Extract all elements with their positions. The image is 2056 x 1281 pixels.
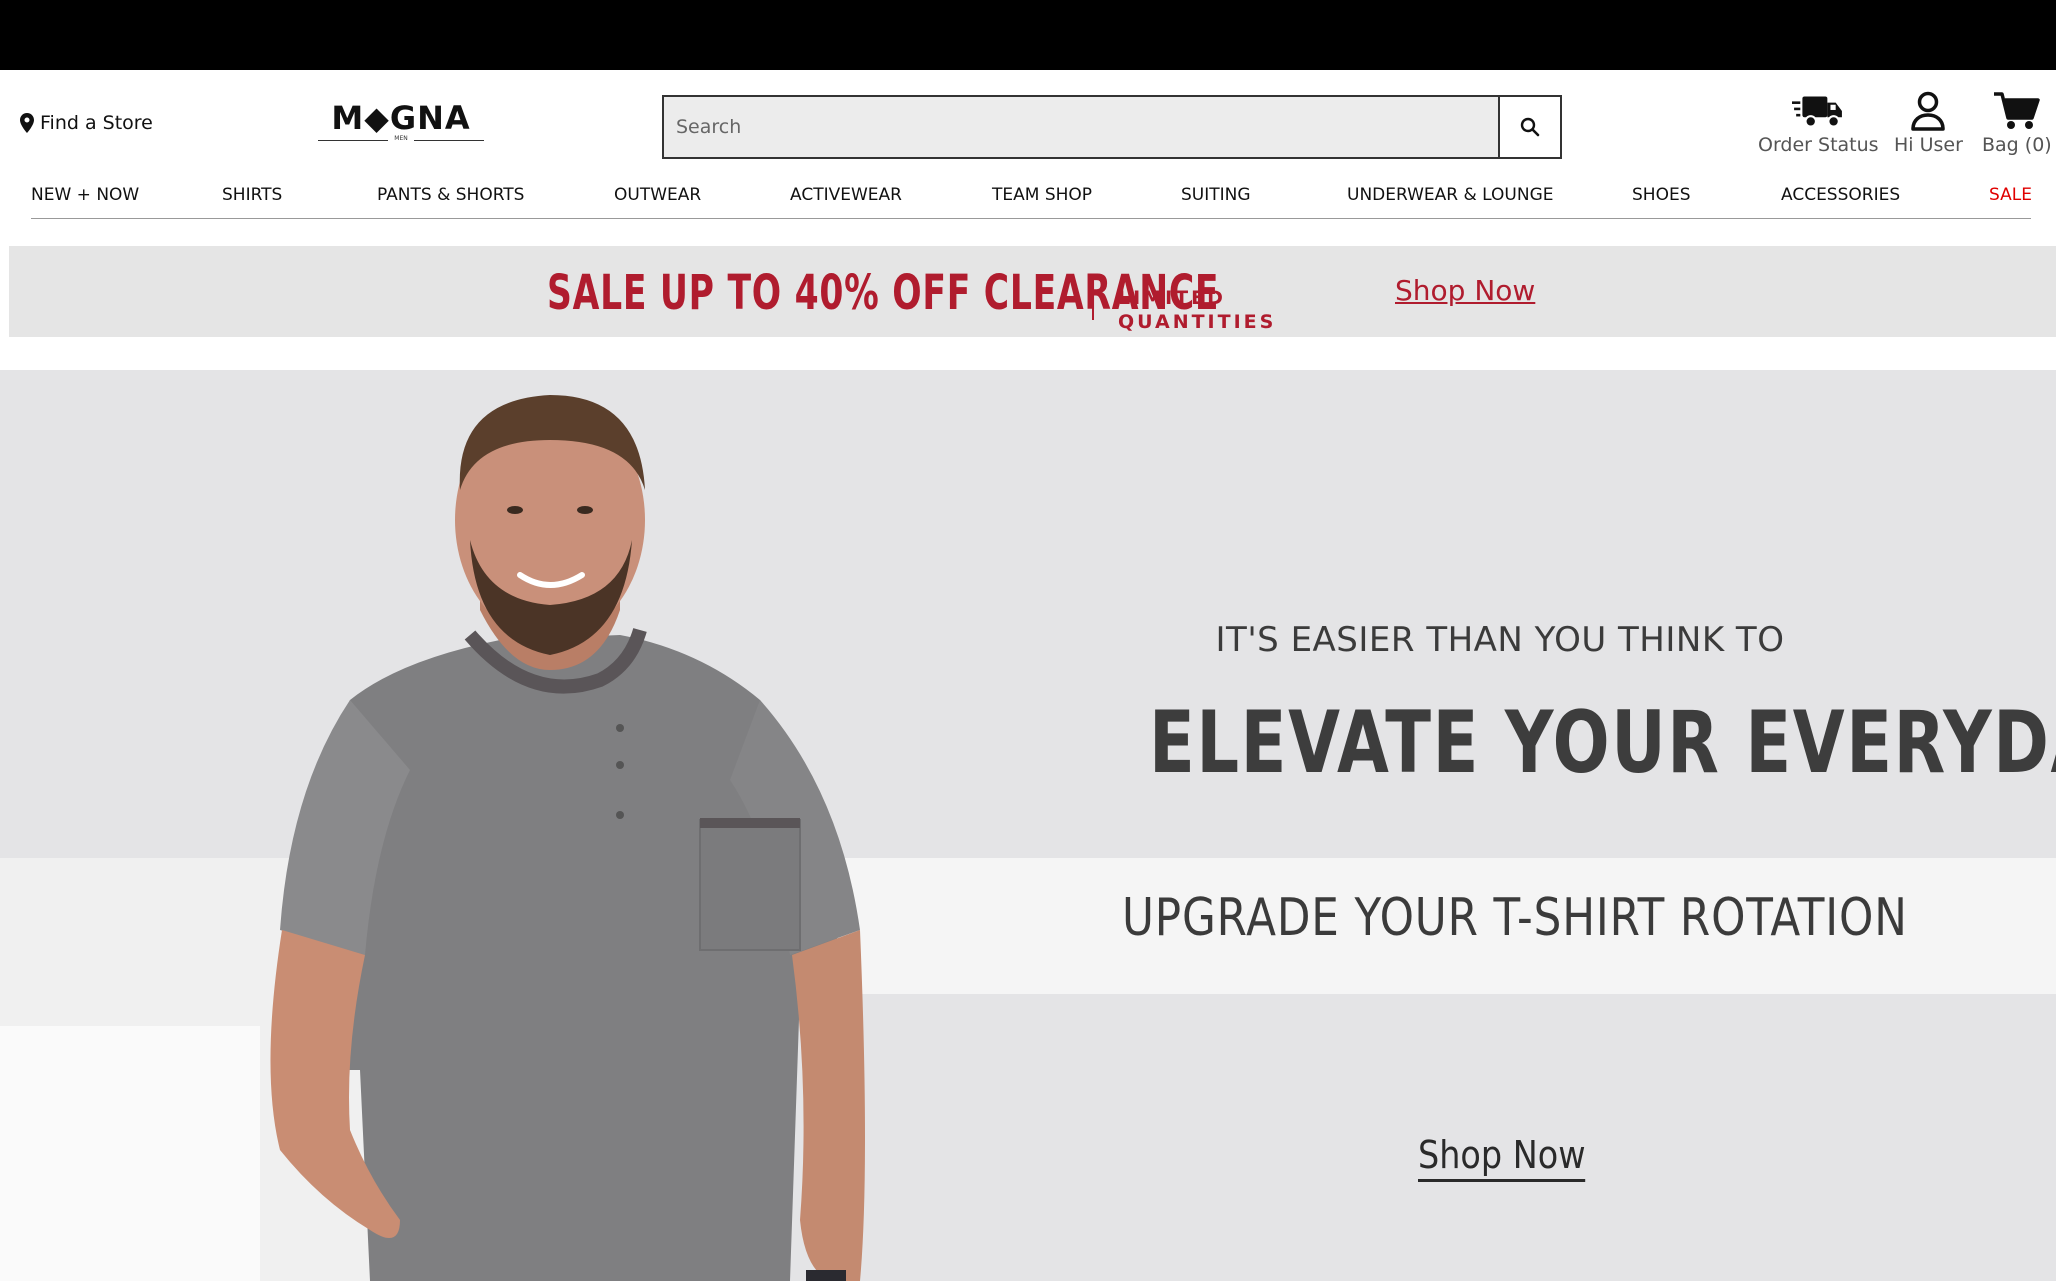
- order-status-button[interactable]: Order Status: [1758, 90, 1879, 156]
- logo-wordmark: M◆GNA: [331, 99, 471, 137]
- search-icon: [1520, 117, 1540, 137]
- order-status-label: Order Status: [1758, 134, 1879, 156]
- shopping-cart-icon: [1993, 92, 2040, 129]
- model-photo: [270, 395, 865, 1281]
- promo-shop-now-link[interactable]: Shop Now: [1395, 274, 1535, 307]
- promo-limited-quantities: LIMITED QUANTITIES: [1118, 287, 1277, 333]
- nav-item-shoes[interactable]: SHOES: [1632, 183, 1691, 207]
- search-input[interactable]: [664, 97, 1498, 157]
- nav-item-sale[interactable]: SALE: [1989, 183, 2032, 207]
- hero-subhead: UPGRADE YOUR T-SHIRT ROTATION: [1122, 888, 1908, 948]
- hero-shop-now-link[interactable]: Shop Now: [1418, 1133, 1586, 1182]
- nav-item-underwear-lounge[interactable]: UNDERWEAR & LOUNGE: [1347, 183, 1554, 207]
- nav-item-pants-shorts[interactable]: PANTS & SHORTS: [377, 183, 524, 207]
- find-a-store-link[interactable]: Find a Store: [20, 112, 153, 134]
- user-greeting-label: Hi User: [1894, 134, 1963, 156]
- bag-button[interactable]: Bag (0): [1982, 90, 2052, 156]
- map-pin-icon: [20, 113, 34, 133]
- nav-item-activewear[interactable]: ACTIVEWEAR: [790, 183, 902, 207]
- magna-logo[interactable]: M◆GNA MEN: [318, 100, 484, 146]
- hero-copy: IT'S EASIER THAN YOU THINK TO ELEVATE YO…: [1050, 370, 2056, 1281]
- top-black-bar: [0, 0, 2056, 70]
- nav-item-team-shop[interactable]: TEAM SHOP: [992, 183, 1092, 207]
- promo-divider: [1092, 276, 1094, 320]
- find-a-store-label: Find a Store: [40, 112, 153, 134]
- nav-item-accessories[interactable]: ACCESSORIES: [1781, 183, 1900, 207]
- bag-label: Bag (0): [1982, 134, 2052, 156]
- delivery-truck-icon: [1792, 96, 1843, 128]
- hero-banner[interactable]: IT'S EASIER THAN YOU THINK TO ELEVATE YO…: [0, 370, 2056, 1281]
- search-button[interactable]: [1498, 97, 1560, 157]
- account-button[interactable]: Hi User: [1894, 90, 1963, 156]
- clearance-promo-banner[interactable]: SALE UP TO 40% OFF CLEARANCE LIMITED QUA…: [9, 246, 2056, 337]
- nav-item-outwear[interactable]: OUTWEAR: [614, 183, 701, 207]
- search-bar: [662, 95, 1562, 159]
- main-nav: NEW + NOW SHIRTS PANTS & SHORTS OUTWEAR …: [31, 183, 2032, 219]
- user-icon: [1911, 91, 1946, 131]
- hero-headline: ELEVATE YOUR EVERYDAY: [1149, 693, 2056, 793]
- promo-headline-group: SALE UP TO 40% OFF CLEARANCE LIMITED QUA…: [547, 266, 1481, 333]
- hero-kicker: IT'S EASIER THAN YOU THINK TO: [1215, 620, 1785, 660]
- logo-rule-right: [414, 140, 484, 141]
- site-header: Find a Store M◆GNA MEN Order Status Hi U…: [0, 70, 2056, 180]
- nav-item-shirts[interactable]: SHIRTS: [222, 183, 282, 207]
- nav-item-suiting[interactable]: SUITING: [1181, 183, 1251, 207]
- nav-item-new-now[interactable]: NEW + NOW: [31, 183, 139, 207]
